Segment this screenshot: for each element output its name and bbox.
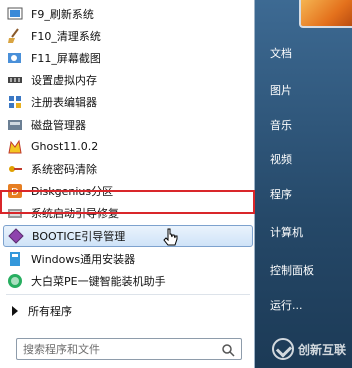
link-videos[interactable]: 视频 [270, 151, 292, 167]
menu-item-screenshot[interactable]: F11_屏幕截图 [3, 47, 253, 69]
menu-item-label: 磁盘管理器 [31, 118, 86, 132]
menu-item-label: 系统密码清除 [31, 162, 97, 176]
boot-repair-icon [7, 205, 23, 221]
menu-item-ghost[interactable]: Ghost11.0.2 [3, 136, 253, 158]
link-computer[interactable]: 计算机 [270, 224, 303, 240]
watermark-text: 创新互联 [297, 342, 346, 357]
ghost-icon [7, 139, 23, 155]
link-control-panel[interactable]: 控制面板 [270, 262, 314, 278]
menu-item-label: F11_屏幕截图 [31, 52, 101, 66]
diskgenius-icon: D [7, 183, 23, 199]
installer-icon [7, 251, 23, 267]
menu-item-label: 设置虚拟内存 [31, 74, 97, 88]
watermark: 创新互联 [271, 338, 346, 360]
link-pictures[interactable]: 图片 [270, 82, 292, 98]
watermark-logo-icon [271, 338, 294, 360]
menu-item-label: F9_刷新系统 [31, 8, 94, 22]
key-icon [7, 161, 23, 177]
menu-item-bootice[interactable]: BOOTICE引导管理 [3, 224, 253, 247]
search-placeholder: 搜索程序和文件 [23, 343, 100, 356]
menu-item-label: F10_清理系统 [31, 30, 101, 44]
memory-chip-icon [7, 72, 23, 88]
mouse-pointer-icon [163, 228, 178, 246]
bootice-icon [8, 228, 24, 244]
link-documents[interactable]: 文档 [270, 45, 292, 61]
menu-item-diskgenius[interactable]: D Diskgenius分区 [3, 180, 253, 202]
menu-item-cabbage-installer[interactable]: 大白菜PE一键智能装机助手 [3, 270, 253, 292]
menu-item-label: BOOTICE引导管理 [32, 229, 126, 243]
link-run[interactable]: 运行... [270, 297, 303, 313]
disk-manager-icon [7, 117, 23, 133]
registry-icon [7, 94, 23, 110]
menu-item-windows-installer[interactable]: Windows通用安装器 [3, 248, 253, 270]
menu-item-virtual-memory[interactable]: 设置虚拟内存 [3, 69, 253, 91]
right-arrow-icon [12, 306, 18, 316]
svg-text:D: D [11, 187, 19, 198]
menu-divider [6, 294, 250, 295]
start-menu-left-panel: F9_刷新系统 F10_清理系统 F11_屏幕截图 设置虚拟内存 注册表编辑器 [0, 0, 255, 368]
broom-icon [7, 28, 23, 44]
menu-item-label: 系统启动引导修复 [31, 206, 119, 220]
search-input[interactable]: 搜索程序和文件 [16, 338, 242, 360]
all-programs-button[interactable]: 所有程序 [8, 302, 72, 320]
menu-item-label: 大白菜PE一键智能装机助手 [31, 275, 166, 289]
link-programs[interactable]: 程序 [270, 186, 292, 202]
start-menu-right-panel: 文档 图片 音乐 视频 程序 计算机 控制面板 运行... [255, 0, 352, 368]
refresh-icon [7, 6, 23, 22]
screenshot-icon [7, 50, 23, 66]
menu-item-label: Windows通用安装器 [31, 252, 136, 266]
menu-item-clean[interactable]: F10_清理系统 [3, 25, 253, 47]
all-programs-label: 所有程序 [28, 305, 72, 318]
menu-item-label: Ghost11.0.2 [31, 140, 99, 154]
user-avatar[interactable] [299, 0, 352, 28]
menu-item-label: Diskgenius分区 [31, 184, 114, 198]
menu-item-registry-editor[interactable]: 注册表编辑器 [3, 91, 253, 113]
menu-item-disk-manager[interactable]: 磁盘管理器 [3, 113, 253, 135]
menu-item-boot-repair[interactable]: 系统启动引导修复 [3, 202, 253, 224]
program-list: F9_刷新系统 F10_清理系统 F11_屏幕截图 设置虚拟内存 注册表编辑器 [3, 3, 253, 292]
link-music[interactable]: 音乐 [270, 117, 292, 133]
menu-item-refresh[interactable]: F9_刷新系统 [3, 3, 253, 25]
menu-item-password-clear[interactable]: 系统密码清除 [3, 158, 253, 180]
menu-item-label: 注册表编辑器 [31, 96, 97, 110]
search-icon [222, 344, 235, 357]
cabbage-icon [7, 273, 23, 289]
